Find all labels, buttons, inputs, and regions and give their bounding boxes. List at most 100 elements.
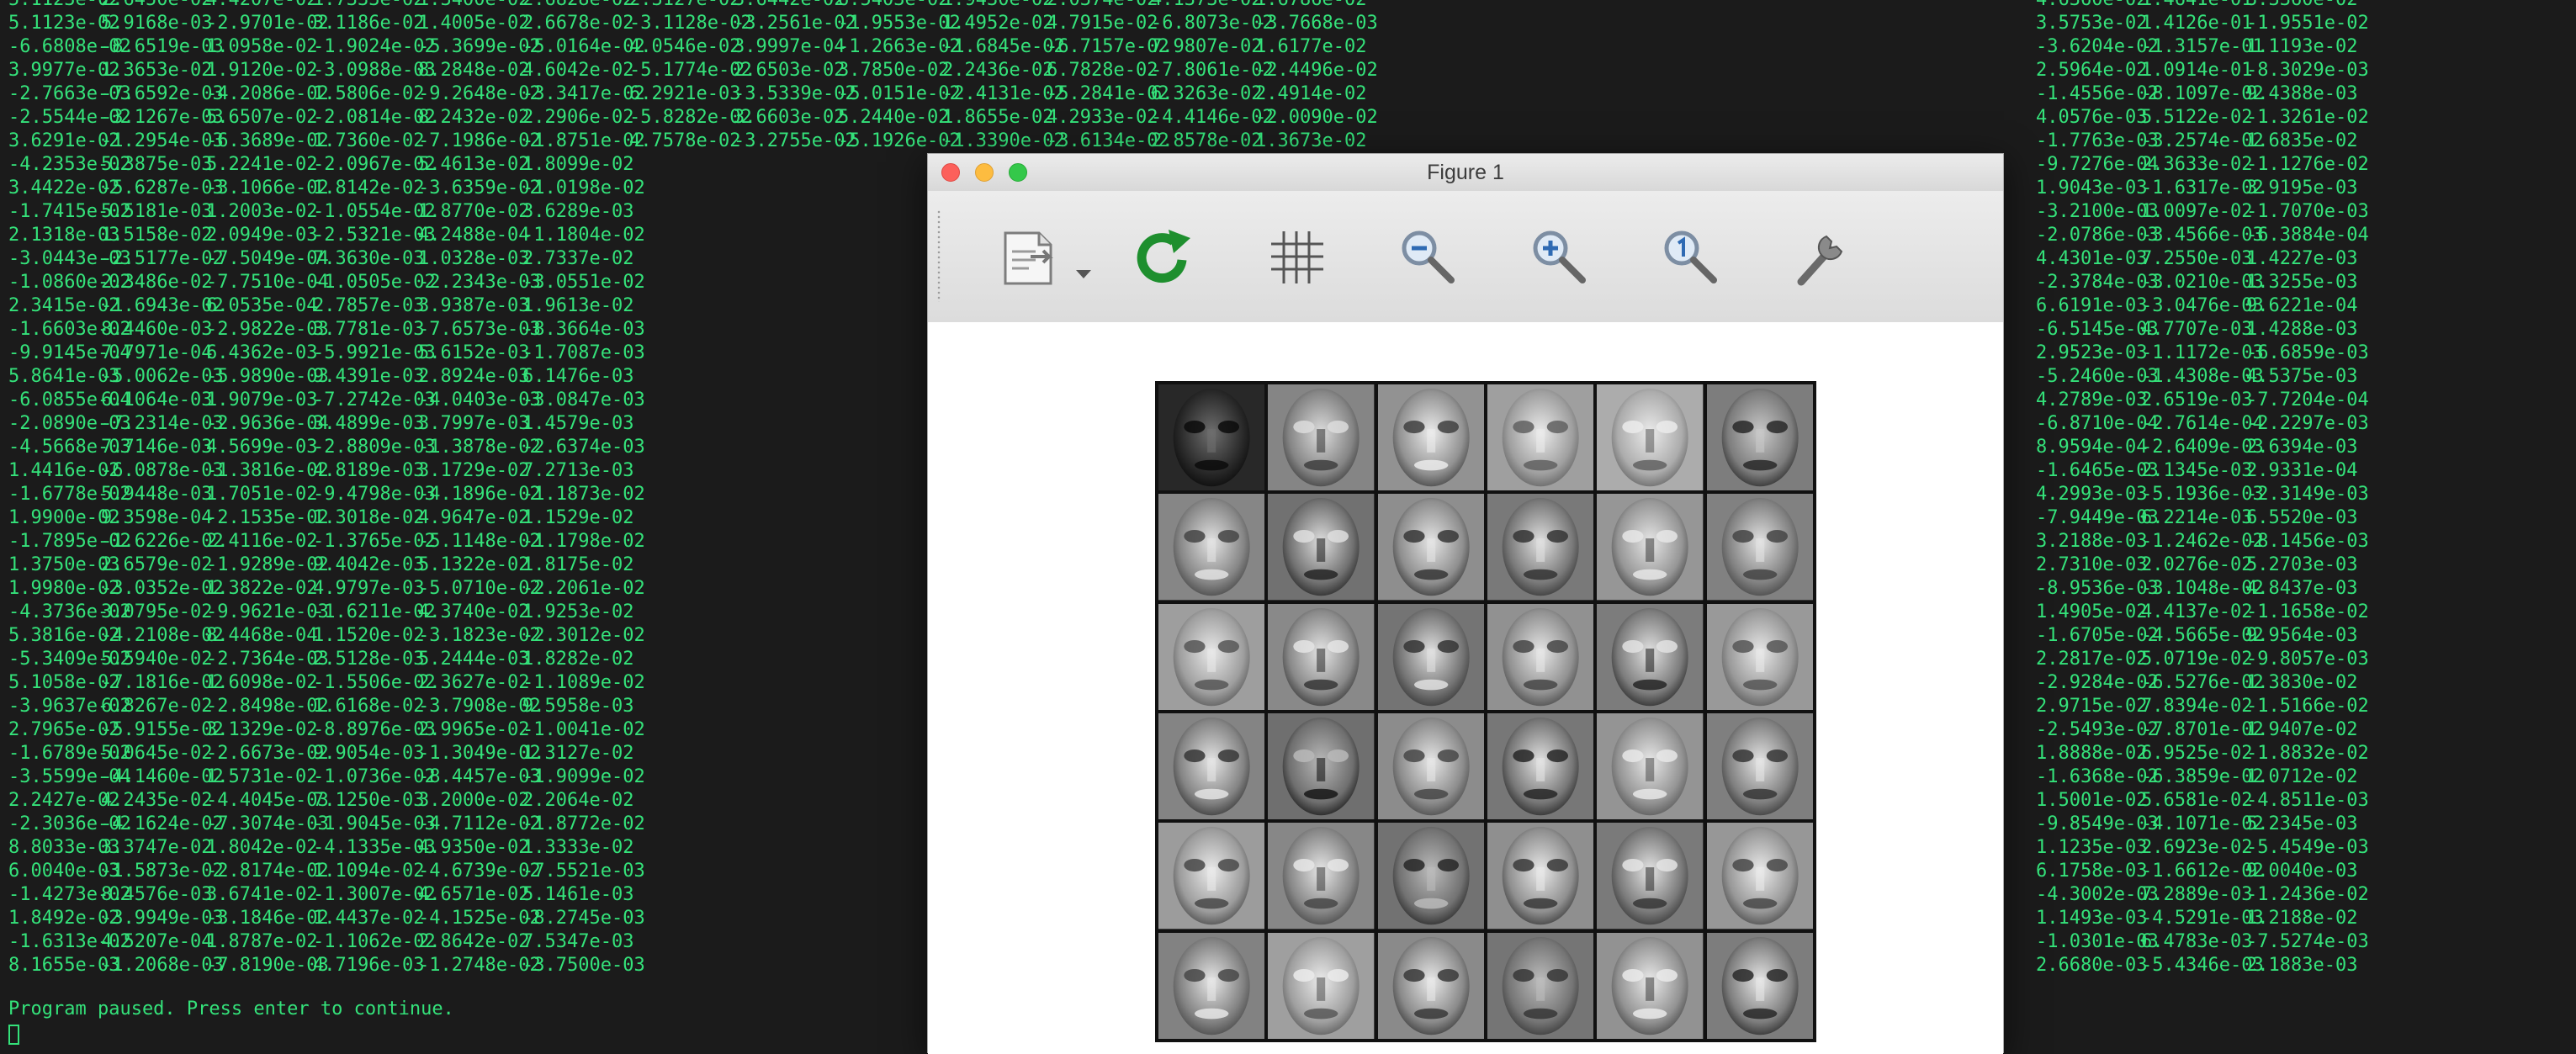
terminal-value: 4.7578e-02	[629, 130, 741, 151]
terminal-value: 2.1883e-03	[2246, 955, 2358, 976]
eigenface-tile	[1268, 603, 1375, 710]
terminal-value: 3.6289e-03	[522, 201, 634, 222]
eigenface-tile	[1706, 494, 1813, 601]
settings-button[interactable]	[1778, 215, 1862, 299]
terminal-value: -1.6943e-02	[101, 295, 224, 316]
terminal-value: 8.2848e-02	[418, 60, 530, 81]
terminal-value: 4.2789e-03	[2036, 389, 2148, 410]
terminal-value: 1.0097e-02	[2141, 201, 2253, 222]
zoom-out-button[interactable]	[1386, 215, 1470, 299]
terminal-value: 5.2703e-03	[2246, 554, 2358, 575]
status-message: Program paused. Press enter to continue.	[8, 998, 454, 1020]
export-button[interactable]	[987, 215, 1071, 299]
terminal-value: 6.0535e-04	[206, 295, 318, 316]
terminal-value: -4.1071e-02	[2141, 813, 2264, 834]
zoom-reset-button[interactable]	[1648, 215, 1732, 299]
terminal-value: 2.2064e-02	[522, 790, 634, 811]
terminal-value: -2.0814e-02	[313, 107, 436, 128]
terminal-value: -3.0352e-02	[101, 578, 224, 599]
terminal-value: -8.3664e-03	[522, 319, 645, 340]
terminal-value: -2.3784e-03	[2036, 272, 2159, 293]
terminal-value: 4.5375e-03	[2246, 366, 2358, 387]
terminal-value: 2.9331e-04	[2246, 460, 2358, 481]
terminal-value: 4.6042e-02	[522, 60, 634, 81]
terminal-value: 6.9525e-02	[2141, 743, 2253, 764]
terminal-value: 2.6680e-03	[2036, 955, 2148, 976]
window-title: Figure 1	[1427, 161, 1504, 184]
terminal-value: 2.6678e-02	[522, 13, 634, 34]
terminal-value: 2.8642e-02	[418, 931, 530, 952]
terminal-value: 1.0712e-02	[2246, 766, 2358, 787]
refresh-button[interactable]	[1121, 215, 1206, 299]
terminal-value: -3.1048e-02	[2141, 578, 2264, 599]
terminal-value: -1.6317e-02	[2141, 177, 2264, 199]
terminal-value: -4.2086e-02	[206, 83, 329, 104]
terminal-value: 2.2817e-02	[2036, 649, 2148, 670]
terminal-value: -9.7276e-04	[2036, 154, 2159, 175]
figure-window[interactable]: Figure 1	[927, 153, 2004, 1054]
terminal-value: 6.4362e-03	[206, 342, 318, 363]
terminal-value: 1.1520e-02	[313, 625, 425, 646]
terminal-value: 5.0645e-02	[101, 743, 213, 764]
terminal-value: 6.5520e-03	[2246, 507, 2358, 528]
terminal-value: -1.1804e-02	[522, 225, 645, 246]
terminal-value: -1.5873e-02	[101, 861, 224, 882]
terminal-value: 3.6741e-02	[206, 884, 318, 905]
terminal-value: -3.3417e-02	[522, 83, 645, 104]
terminal-value: 8.2432e-02	[418, 107, 530, 128]
toolbar-grip[interactable]	[936, 209, 941, 302]
terminal-value: 6.2921e-03	[629, 83, 741, 104]
terminal-value: 9.9564e-03	[2246, 625, 2358, 646]
terminal-value: 3.7781e-03	[313, 319, 425, 340]
eigenface-tile	[1268, 823, 1375, 930]
terminal-value: 1.0328e-03	[418, 248, 530, 269]
terminal-value: 1.1235e-03	[2036, 837, 2148, 858]
terminal-value: -1.7070e-03	[2246, 201, 2369, 222]
zoom-reset-icon	[1664, 230, 1717, 283]
terminal-value: 4.6360e-02	[2036, 0, 2147, 12]
terminal-value: -8.3029e-03	[2246, 60, 2369, 81]
terminal-value: -2.9636e-04	[206, 413, 329, 434]
terminal-value: 4.2435e-02	[101, 790, 213, 811]
title-bar[interactable]: Figure 1	[928, 154, 2003, 192]
terminal-value: -1.7087e-03	[522, 342, 645, 363]
terminal-value: -3.0847e-03	[522, 389, 645, 410]
grid-toggle-button[interactable]	[1254, 215, 1338, 299]
terminal-value: -1.5506e-02	[313, 672, 436, 693]
terminal-value: -4.5665e-02	[2141, 625, 2264, 646]
terminal-value: 1.9407e-02	[2246, 719, 2358, 740]
terminal-value: 4.4301e-03	[2036, 248, 2148, 269]
zoom-in-button[interactable]	[1517, 215, 1601, 299]
eigenface-tile	[1487, 384, 1594, 491]
terminal-value: 9.0040e-03	[2246, 861, 2358, 882]
terminal-value: 7.2713e-03	[522, 460, 634, 481]
figure-toolbar	[928, 191, 2003, 323]
terminal-value: 3.3360e-02	[2246, 0, 2357, 12]
terminal-value: -1.6211e-02	[313, 601, 436, 622]
terminal-value: 2.3633e-02	[2141, 154, 2253, 175]
terminal-value: 1.4005e-02	[418, 13, 530, 34]
terminal-value: 1.2003e-02	[206, 201, 318, 222]
terminal-value: -7.7510e-04	[206, 272, 329, 293]
eigenface-tile	[1377, 603, 1484, 710]
figure-canvas[interactable]	[928, 322, 2003, 1054]
terminal-value: -8.2745e-03	[522, 908, 645, 929]
terminal-value: 1.9430e-02	[942, 0, 1053, 12]
eigenface-tile	[1377, 713, 1484, 820]
eigenface-tile	[1268, 932, 1375, 1039]
terminal-value: -1.3765e-02	[313, 531, 436, 552]
terminal-value: 3.9195e-03	[2246, 177, 2358, 199]
export-dropdown[interactable]	[1071, 215, 1096, 299]
terminal-value: -3.2100e-03	[2036, 201, 2159, 222]
terminal-value: 2.0276e-02	[2141, 554, 2253, 575]
terminal-value: 6.8267e-02	[101, 696, 213, 717]
terminal-value: 7.8394e-02	[2141, 696, 2253, 717]
terminal-value: -3.0551e-02	[522, 272, 645, 293]
terminal-value: 5.1461e-03	[522, 884, 634, 905]
terminal-value: 1.3822e-02	[206, 578, 318, 599]
terminal-value: 1.8282e-02	[522, 649, 634, 670]
terminal-value: 4.8437e-03	[2246, 578, 2358, 599]
terminal-value: -9.8549e-03	[2036, 813, 2159, 834]
terminal-value: 2.3627e-02	[418, 672, 530, 693]
terminal-value: 1.3400e-02	[418, 0, 529, 12]
